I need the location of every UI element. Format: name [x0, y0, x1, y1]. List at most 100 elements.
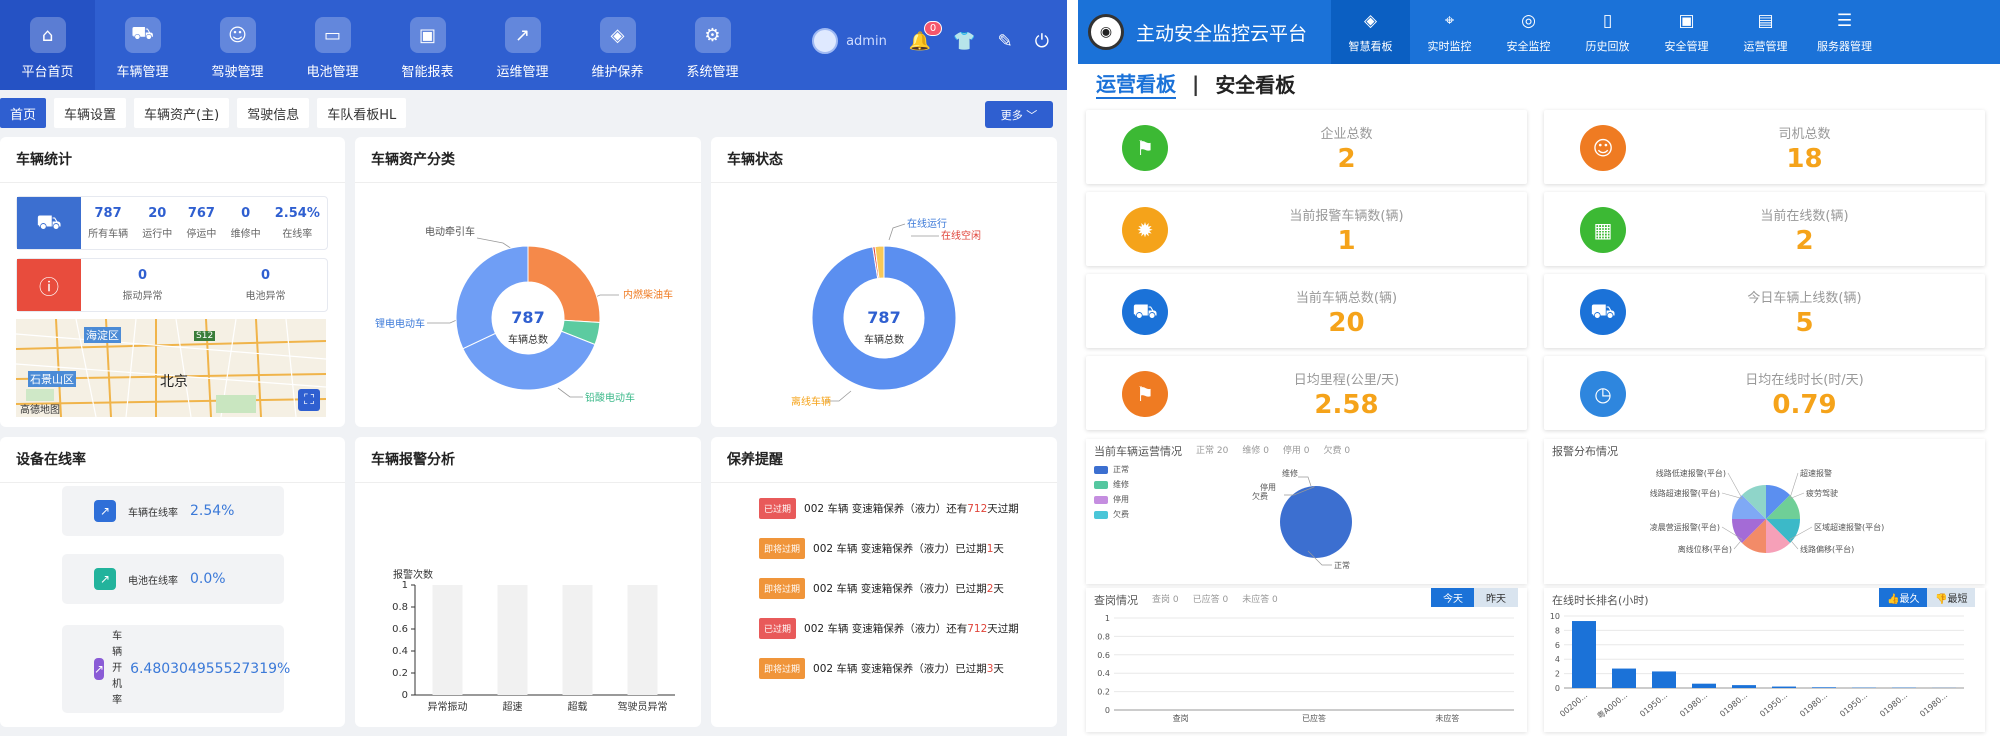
kpi-card: ⛟ 今日车辆上线数(辆) 5: [1544, 274, 1985, 348]
status-badge: 已过期: [759, 618, 797, 639]
nav-item-smart-board[interactable]: ◈ 智慧看板: [1331, 0, 1410, 64]
x-tick-label: 01950...: [1758, 691, 1789, 719]
kpi-label: 企业总数: [1320, 127, 1373, 142]
kpi-label: 日均在线时长(时/天): [1745, 373, 1864, 388]
maintenance-item[interactable]: 已过期 002 车辆 变速箱保养（液力）还有712天过期: [759, 498, 1019, 519]
rank-bar-chart: 10 8 6 4 2 000200... 粤A000... 01950... 01980... 0…: [1550, 612, 1964, 721]
avatar[interactable]: [812, 28, 839, 54]
nav-label: 车辆管理: [116, 65, 169, 80]
asset-card: 车辆资产分类 车辆总数 电动牵引车 内燃柴油车 锂电电动车 铅酸电动车 787: [355, 137, 701, 427]
kpi-label: 今日车辆上线数(辆): [1747, 291, 1862, 306]
tab-bar: 首页 车辆设置 车辆资产(主) 驾驶信息 车队看板HL: [0, 98, 1067, 128]
status-badge: 即将过期: [759, 658, 806, 679]
nav-item-safety-mgmt[interactable]: ▣ 安全管理: [1647, 0, 1726, 64]
username[interactable]: admin: [846, 34, 887, 49]
nav-item-vehicle[interactable]: ⛟ 车辆管理: [95, 0, 190, 90]
donut-slice[interactable]: [455, 245, 529, 350]
maintenance-item[interactable]: 即将过期 002 车辆 变速箱保养（液力）已过期2天: [759, 578, 1004, 599]
tab-vehicle-assets[interactable]: 车辆资产(主): [134, 98, 230, 128]
tab-fleet-board[interactable]: 车队看板HL: [317, 98, 407, 128]
nav-item-driver[interactable]: ☺ 驾驶管理: [190, 0, 285, 90]
driver-icon: ☺: [219, 17, 256, 53]
bell-icon[interactable]: 🔔 0: [909, 20, 943, 52]
card-title: 车辆状态: [711, 137, 1057, 183]
nav-item-report[interactable]: ▣ 智能报表: [380, 0, 475, 90]
brand: ◉ 主动安全监控云平台: [1078, 0, 1331, 64]
stat-repair: 0 维修中: [230, 206, 261, 240]
tab-ops-board[interactable]: 运营看板: [1096, 68, 1176, 99]
maintenance-text: 002 车辆 变速箱保养（液力）已过期1天: [813, 543, 1004, 555]
edit-icon[interactable]: ✎: [998, 31, 1013, 52]
bar[interactable]: [1732, 685, 1756, 688]
device-label: 电池在线率: [128, 575, 178, 587]
nav-item-realtime[interactable]: ⌖ 实时监控: [1410, 0, 1489, 64]
tab-vehicle-settings[interactable]: 车辆设置: [54, 98, 127, 128]
notification-badge: 0: [923, 20, 943, 36]
y-tick-label: 0.2: [1097, 688, 1110, 697]
x-tick-label: 01980...: [1718, 691, 1749, 719]
maintenance-item[interactable]: 即将过期 002 车辆 变速箱保养（液力）已过期3天: [759, 658, 1004, 679]
y-tick-label: 0: [1105, 706, 1110, 715]
vehicle-summary-row: ⛟ 787 所有车辆 20 运行中 767 停运中 0 维修中 2.54% 在线率: [16, 196, 328, 250]
nav-label: 安全管理: [1664, 39, 1709, 53]
bar[interactable]: [1652, 671, 1676, 688]
map-view[interactable]: 海淀区 石景山区 北京 S12 高德地图 ⛶: [16, 319, 326, 417]
kpi-card: ◷ 日均在线时长(时/天) 0.79: [1544, 356, 1985, 430]
vehicle-stats-card: 车辆统计 ⛟ 787 所有车辆 20 运行中 767 停运中 0 维修中 2.54% 在线…: [0, 137, 345, 427]
chart-icon: ↗: [504, 17, 541, 53]
battery-icon: ▭: [314, 17, 351, 53]
tab-home[interactable]: 首页: [0, 98, 47, 128]
bar[interactable]: [1772, 686, 1796, 688]
y-tick-label: 0.4: [1097, 669, 1110, 678]
home-icon: ⌂: [29, 17, 66, 53]
nav-label: 维护保养: [591, 65, 644, 80]
nav-item-ops-mgmt[interactable]: ▤ 运营管理: [1726, 0, 1805, 64]
tab-driving-info[interactable]: 驾驶信息: [237, 98, 310, 128]
pie-label: 离线位移(平台): [1678, 544, 1732, 554]
nav-item-ops[interactable]: ↗ 运维管理: [475, 0, 570, 90]
nav-item-server-mgmt[interactable]: ☰ 服务器管理: [1805, 0, 1884, 64]
map-label: S12: [194, 331, 216, 341]
device-stat-vehicle: ↗ 车辆在线率 2.54%: [62, 486, 284, 536]
bar[interactable]: [1812, 687, 1836, 688]
bar[interactable]: [1692, 683, 1716, 688]
maintenance-item[interactable]: 已过期 002 车辆 变速箱保养（液力）还有712天过期: [759, 618, 1019, 639]
kpi-label: 当前车辆总数(辆): [1295, 291, 1398, 306]
right-app: ◉ 主动安全监控云平台 ◈ 智慧看板 ⌖ 实时监控 ◎ 安全监控 ▯ 历史回放 ▣ 安全管…: [1078, 0, 2000, 736]
x-tick-label: 01980...: [1678, 691, 1709, 719]
sliders-icon: ☰: [1836, 10, 1853, 31]
power-icon[interactable]: ⏻: [1035, 31, 1049, 52]
status-badge: 即将过期: [759, 578, 806, 599]
nav-item-home[interactable]: ⌂ 平台首页: [0, 0, 95, 90]
card-title: 车辆统计: [0, 137, 345, 183]
nav-item-history[interactable]: ▯ 历史回放: [1568, 0, 1647, 64]
nav-item-maint[interactable]: ◈ 维护保养: [570, 0, 665, 90]
status-card: 车辆状态 787 车辆总数 在线运行 在线空闲 离线车辆: [711, 137, 1057, 427]
nav-item-system[interactable]: ⚙ 系统管理: [665, 0, 760, 90]
app-title: 主动安全监控云平台: [1136, 22, 1308, 45]
nav-label: 服务器管理: [1817, 39, 1872, 53]
warning-icon: ⓘ: [17, 259, 81, 311]
more-button[interactable]: 更多 ﹀: [985, 101, 1053, 128]
ops-panel: 当前车辆运营情况 正常 20 维修 0 停用 0 欠费 0 正常 维修 停用 欠…: [1086, 439, 1527, 584]
right-navbar: ◉ 主动安全监控云平台 ◈ 智慧看板 ⌖ 实时监控 ◎ 安全监控 ▯ 历史回放 ▣ 安全管…: [1078, 0, 2000, 64]
kpi-value: 2: [1795, 226, 1814, 256]
y-tick-label: 6: [1555, 641, 1560, 650]
nav-item-battery[interactable]: ▭ 电池管理: [285, 0, 380, 90]
maintenance-item[interactable]: 即将过期 002 车辆 变速箱保养（液力）已过期1天: [759, 538, 1004, 559]
left-app: ⌂ 平台首页 ⛟ 车辆管理 ☺ 驾驶管理 ▭ 电池管理 ▣ 智能报表 ↗ 运维管理 ◈ 维护保…: [0, 0, 1067, 736]
donut-center-value: 787: [867, 308, 900, 327]
x-tick-label: 01950...: [1838, 691, 1869, 719]
fullscreen-icon[interactable]: ⛶: [298, 389, 320, 411]
nav-item-safety-monitor[interactable]: ◎ 安全监控: [1489, 0, 1568, 64]
check-bar-chart: 1 0.8 0.6 0.4 0.2 0 查岗 已应答 未应答: [1097, 614, 1514, 723]
bar[interactable]: [1612, 668, 1636, 688]
tab-safety-board[interactable]: 安全看板: [1215, 69, 1295, 98]
donut-center-value: 787: [511, 308, 544, 327]
bar[interactable]: [1572, 621, 1596, 688]
stat-all: 787 所有车辆: [88, 206, 129, 240]
main-nav: ⌂ 平台首页 ⛟ 车辆管理 ☺ 驾驶管理 ▭ 电池管理 ▣ 智能报表 ↗ 运维管理 ◈ 维护保…: [0, 0, 760, 90]
shirt-icon[interactable]: 👕: [953, 31, 975, 52]
kpi-value: 20: [1328, 308, 1365, 338]
x-tick-label: 01980...: [1878, 691, 1909, 719]
